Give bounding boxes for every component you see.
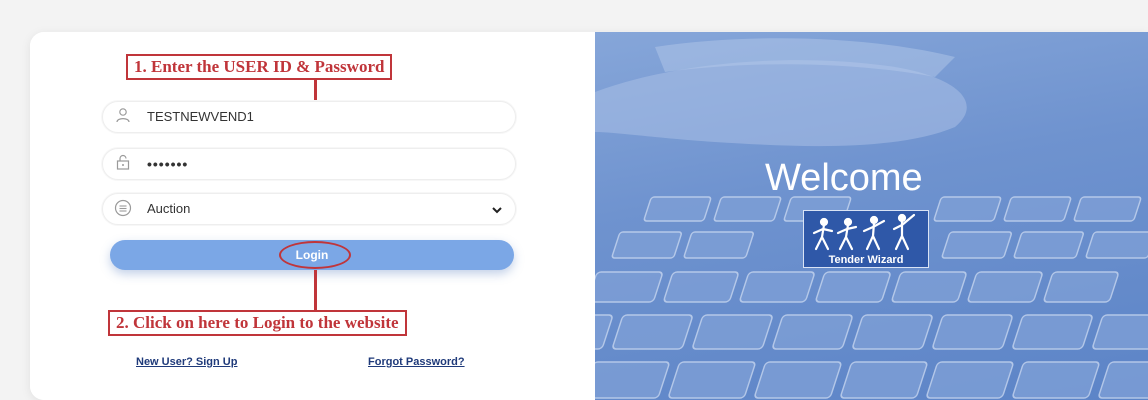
login-card: 1. Enter the USER ID & Password TESTNEWV… xyxy=(30,32,1148,400)
annotation-step2-connector xyxy=(314,270,317,310)
role-select-value: Auction xyxy=(147,201,191,216)
tender-wizard-logo: Tender Wizard xyxy=(803,210,929,268)
password-value: ••••••• xyxy=(147,156,189,172)
user-id-field[interactable]: TESTNEWVEND1 xyxy=(102,101,516,133)
tender-wizard-figures-icon xyxy=(812,213,916,251)
annotation-login-highlight xyxy=(279,241,351,269)
role-select[interactable]: Auction xyxy=(102,193,516,225)
list-icon xyxy=(113,199,133,219)
chevron-down-icon xyxy=(491,203,503,215)
welcome-heading: Welcome xyxy=(765,157,923,199)
login-form-panel: 1. Enter the USER ID & Password TESTNEWV… xyxy=(30,32,595,400)
password-field[interactable]: ••••••• xyxy=(102,148,516,180)
sign-up-link[interactable]: New User? Sign Up xyxy=(136,356,237,368)
forgot-password-link[interactable]: Forgot Password? xyxy=(368,356,465,368)
user-id-value: TESTNEWVEND1 xyxy=(147,109,254,124)
annotation-step1: 1. Enter the USER ID & Password xyxy=(126,54,393,80)
annotation-step2: 2. Click on here to Login to the website xyxy=(108,310,407,336)
user-icon xyxy=(113,107,133,127)
lock-icon xyxy=(113,154,133,174)
welcome-banner: Welcome Tender Wizard xyxy=(595,32,1148,400)
logo-text: Tender Wizard xyxy=(828,254,904,266)
annotation-step1-connector xyxy=(314,80,317,101)
